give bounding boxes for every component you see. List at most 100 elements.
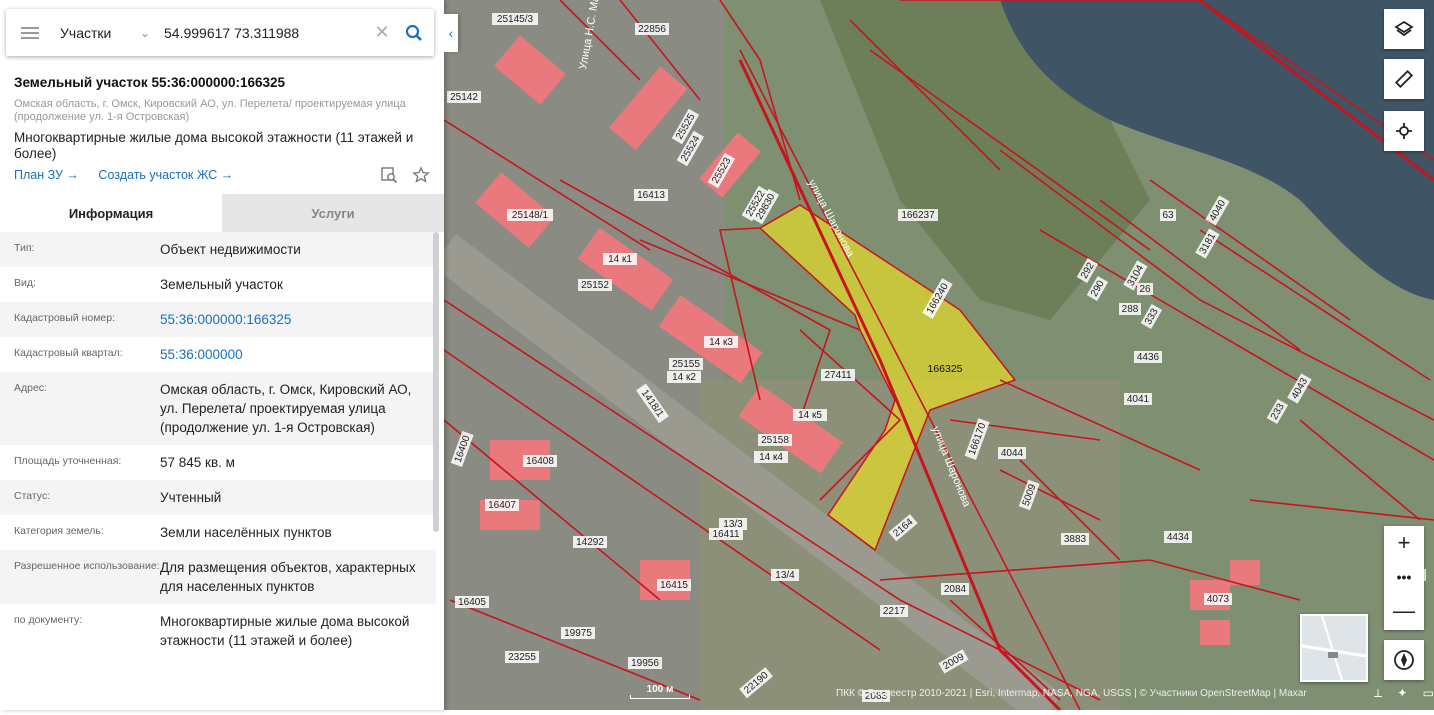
parcel-actions xyxy=(380,166,430,184)
parcel-label-group: 25142 xyxy=(447,91,481,103)
locate-small-icon[interactable]: ✦ xyxy=(1397,686,1407,701)
info-label: Площадь уточненная: xyxy=(14,455,122,467)
parcel-label-group: 25155 xyxy=(669,358,703,370)
parcel-label: 13/4 xyxy=(775,570,795,581)
info-label: Кадастровый квартал: xyxy=(14,347,123,359)
collapse-panel-button[interactable]: ‹ xyxy=(444,14,458,52)
parcel-label-group: 16415 xyxy=(657,579,691,591)
search-type-select[interactable]: Участки xyxy=(54,25,140,41)
layers-button[interactable] xyxy=(1384,9,1424,49)
search-button[interactable] xyxy=(394,24,434,42)
parcel-label-group: 63 xyxy=(1160,209,1176,221)
parcel-label-group: 19975 xyxy=(561,627,595,639)
parcel-label-group: 3883 xyxy=(1061,533,1089,545)
menu-button[interactable] xyxy=(6,9,54,56)
parcel-label: 16405 xyxy=(458,597,486,608)
info-label: Кадастровый номер: xyxy=(14,312,116,324)
info-row-cadastral-number: Кадастровый номер: 55:36:000000:166325 xyxy=(0,302,436,337)
zoom-in-button[interactable]: + xyxy=(1384,526,1424,560)
parcel-label: 16413 xyxy=(637,190,665,201)
cadastral-number-link[interactable]: 55:36:000000:166325 xyxy=(160,310,430,329)
selected-parcel-label: 166325 xyxy=(927,363,962,375)
parcel-label: 4044 xyxy=(1001,448,1024,459)
parcel-label: 2217 xyxy=(883,606,906,617)
info-value: Омская область, г. Омск, Кировский АО, у… xyxy=(160,382,412,435)
parcel-label-group: 14 к3 xyxy=(704,336,738,348)
info-row-permitted-use: Разрешенное использование: Для размещения… xyxy=(0,550,436,604)
parcel-address: Омская область, г. Омск, Кировский АО, у… xyxy=(14,98,406,123)
parcel-label-group: 16413 xyxy=(634,189,668,201)
info-table: Тип: Объект недвижимости Вид: Земельный уч… xyxy=(0,232,436,658)
info-value: 57 845 кв. м xyxy=(160,455,235,470)
parcel-label: 25148/1 xyxy=(512,210,549,221)
tab-services[interactable]: Услуги xyxy=(222,194,444,232)
info-row-land-category: Категория земель: Земли населённых пункто… xyxy=(0,515,436,550)
print-icon[interactable]: ▭ xyxy=(1423,686,1434,701)
more-button[interactable]: ••• xyxy=(1384,560,1424,594)
zoom-to-icon[interactable] xyxy=(380,166,398,184)
star-icon[interactable] xyxy=(412,166,430,184)
zoom-in-icon: + xyxy=(1397,530,1411,555)
parcel-description: Многоквартирные жилые дома высокой этажн… xyxy=(14,130,414,161)
panel-scrollbar[interactable] xyxy=(433,232,439,532)
search-bar: Участки ⌄ 54.999617 73.311988 ✕ xyxy=(6,9,434,56)
parcel-label: 25145/3 xyxy=(497,14,534,25)
info-value: Учтенный xyxy=(160,490,222,505)
parcel-label-group: 14 к2 xyxy=(667,371,701,383)
compass-icon xyxy=(1394,650,1414,670)
parcel-label-group: 16405 xyxy=(455,596,489,608)
parcel-label: 16411 xyxy=(712,529,740,540)
chevron-down-icon[interactable]: ⌄ xyxy=(140,26,154,40)
info-row-address: Адрес: Омская область, г. Омск, Кировский… xyxy=(0,372,436,445)
parcel-label: 14292 xyxy=(576,537,604,548)
info-value: Земли населённых пунктов xyxy=(160,525,332,540)
parcel-label-group: 14 к4 xyxy=(754,451,788,463)
parcel-label: 14 к5 xyxy=(798,410,822,421)
layers-icon xyxy=(1394,20,1414,37)
zoom-control: + ••• — xyxy=(1384,526,1424,630)
compass-button[interactable] xyxy=(1384,640,1424,680)
ruler-button[interactable] xyxy=(1384,59,1424,99)
parcel-label: 25142 xyxy=(450,92,478,103)
parcel-label-group: 25158 xyxy=(758,434,792,446)
parcel-label-group: 16407 xyxy=(485,499,519,511)
parcel-label-group: 25148/1 xyxy=(507,209,553,221)
map-bottom-icons: ⟂ ✦ ▭ xyxy=(1374,686,1434,701)
info-label: Вид: xyxy=(14,277,36,289)
info-row-area: Площадь уточненная: 57 845 кв. м xyxy=(0,445,436,480)
parcel-label: 22856 xyxy=(638,24,666,35)
parcel-label-group: 4044 xyxy=(998,447,1026,459)
scale-label: 100 м xyxy=(646,684,674,695)
parcel-label: 23255 xyxy=(508,652,536,663)
parcel-label-group: 4434 xyxy=(1164,531,1192,543)
parcel-label: 14 к4 xyxy=(759,452,783,463)
parcel-label: 288 xyxy=(1122,304,1139,315)
minimap-thumbnail xyxy=(1301,615,1367,681)
parcel-label-group: 288 xyxy=(1119,303,1141,315)
ruler-small-icon[interactable]: ⟂ xyxy=(1374,686,1382,701)
parcel-label: 63 xyxy=(1162,210,1174,221)
parcel-label: 25152 xyxy=(581,280,609,291)
parcel-label-group: 26 xyxy=(1137,283,1153,295)
parcel-label: 19975 xyxy=(564,628,592,639)
zoom-out-button[interactable]: — xyxy=(1384,594,1424,628)
more-icon: ••• xyxy=(1396,569,1412,585)
create-plot-link[interactable]: Создать участок ЖС → xyxy=(98,168,233,182)
locate-button[interactable] xyxy=(1384,111,1424,151)
plan-link[interactable]: План ЗУ → xyxy=(14,168,79,182)
info-value: Объект недвижимости xyxy=(160,242,301,257)
minimap[interactable] xyxy=(1300,614,1368,682)
parcel-label-group: 14 к5 xyxy=(793,409,827,421)
parcel-label: 4073 xyxy=(1207,594,1230,605)
parcel-label: 4041 xyxy=(1127,394,1150,405)
info-value: Земельный участок xyxy=(160,277,283,292)
info-panel: Участки ⌄ 54.999617 73.311988 ✕ Земельны… xyxy=(0,0,444,710)
search-input[interactable]: 54.999617 73.311988 xyxy=(154,25,370,41)
parcel-label-group: 25145/3 xyxy=(492,13,538,25)
clear-icon[interactable]: ✕ xyxy=(370,22,394,43)
info-label: Тип: xyxy=(14,242,35,254)
cadastral-quarter-link[interactable]: 55:36:000000 xyxy=(160,345,430,364)
tab-info[interactable]: Информация xyxy=(0,194,222,232)
search-icon xyxy=(405,24,422,41)
parcel-label: 25158 xyxy=(761,435,789,446)
